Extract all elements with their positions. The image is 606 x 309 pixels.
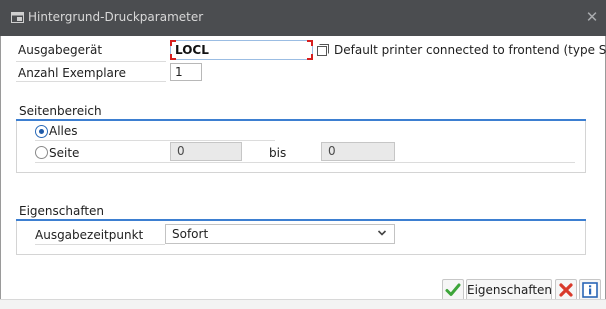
- row-divider: [16, 81, 166, 82]
- focus-corner: [170, 54, 176, 60]
- print-parameters-dialog: Hintergrund-Druckparameter ✕ Ausgabegerä…: [0, 0, 606, 309]
- output-time-value: Sofort: [172, 227, 209, 241]
- dialog-window-icon: [11, 12, 24, 23]
- cancel-icon: [559, 283, 573, 297]
- properties-button[interactable]: Eigenschaften: [466, 279, 552, 301]
- footer-strip: [0, 300, 606, 309]
- output-time-label: Ausgabezeitpunkt: [35, 228, 144, 242]
- checkmark-icon: [445, 283, 461, 296]
- page-to-label: bis: [269, 146, 287, 160]
- output-time-select[interactable]: Sofort: [165, 224, 395, 244]
- copies-label: Anzahl Exemplare: [18, 66, 126, 80]
- focus-corner: [307, 54, 313, 60]
- properties-header: Eigenschaften: [16, 203, 586, 221]
- value-help-icon[interactable]: [317, 44, 329, 56]
- focus-corner: [170, 40, 176, 46]
- output-device-value: LOCL: [175, 43, 209, 57]
- radio-all-label: Alles: [49, 124, 78, 138]
- output-device-label: Ausgabegerät: [18, 43, 103, 57]
- row-divider: [35, 140, 275, 141]
- page-from-input[interactable]: 0: [170, 142, 242, 161]
- focus-corner: [307, 40, 313, 46]
- properties-title: Eigenschaften: [19, 204, 105, 218]
- page-range-group: [16, 121, 586, 173]
- cancel-button[interactable]: [555, 279, 577, 301]
- properties-button-label: Eigenschaften: [467, 283, 553, 297]
- page-to-input[interactable]: 0: [321, 142, 395, 161]
- output-device-description: Default printer connected to frontend (t…: [334, 43, 606, 57]
- page-range-title: Seitenbereich: [19, 104, 102, 118]
- confirm-button[interactable]: [442, 279, 464, 301]
- copies-input[interactable]: 1: [170, 63, 202, 81]
- dialog-titlebar: Hintergrund-Druckparameter ✕: [0, 0, 606, 36]
- chevron-down-icon: [377, 230, 387, 236]
- radio-page[interactable]: [35, 146, 48, 159]
- radio-all[interactable]: [35, 125, 48, 138]
- info-icon: [582, 282, 598, 298]
- radio-page-label: Seite: [49, 146, 80, 160]
- dialog-title: Hintergrund-Druckparameter: [28, 10, 204, 24]
- row-divider: [16, 61, 166, 62]
- row-divider: [35, 162, 575, 163]
- window-border-left: [0, 36, 1, 299]
- close-icon[interactable]: ✕: [582, 7, 602, 27]
- row-divider: [35, 244, 165, 245]
- page-range-header: Seitenbereich: [16, 103, 586, 121]
- info-button[interactable]: [579, 279, 601, 301]
- output-device-input[interactable]: LOCL: [170, 40, 313, 60]
